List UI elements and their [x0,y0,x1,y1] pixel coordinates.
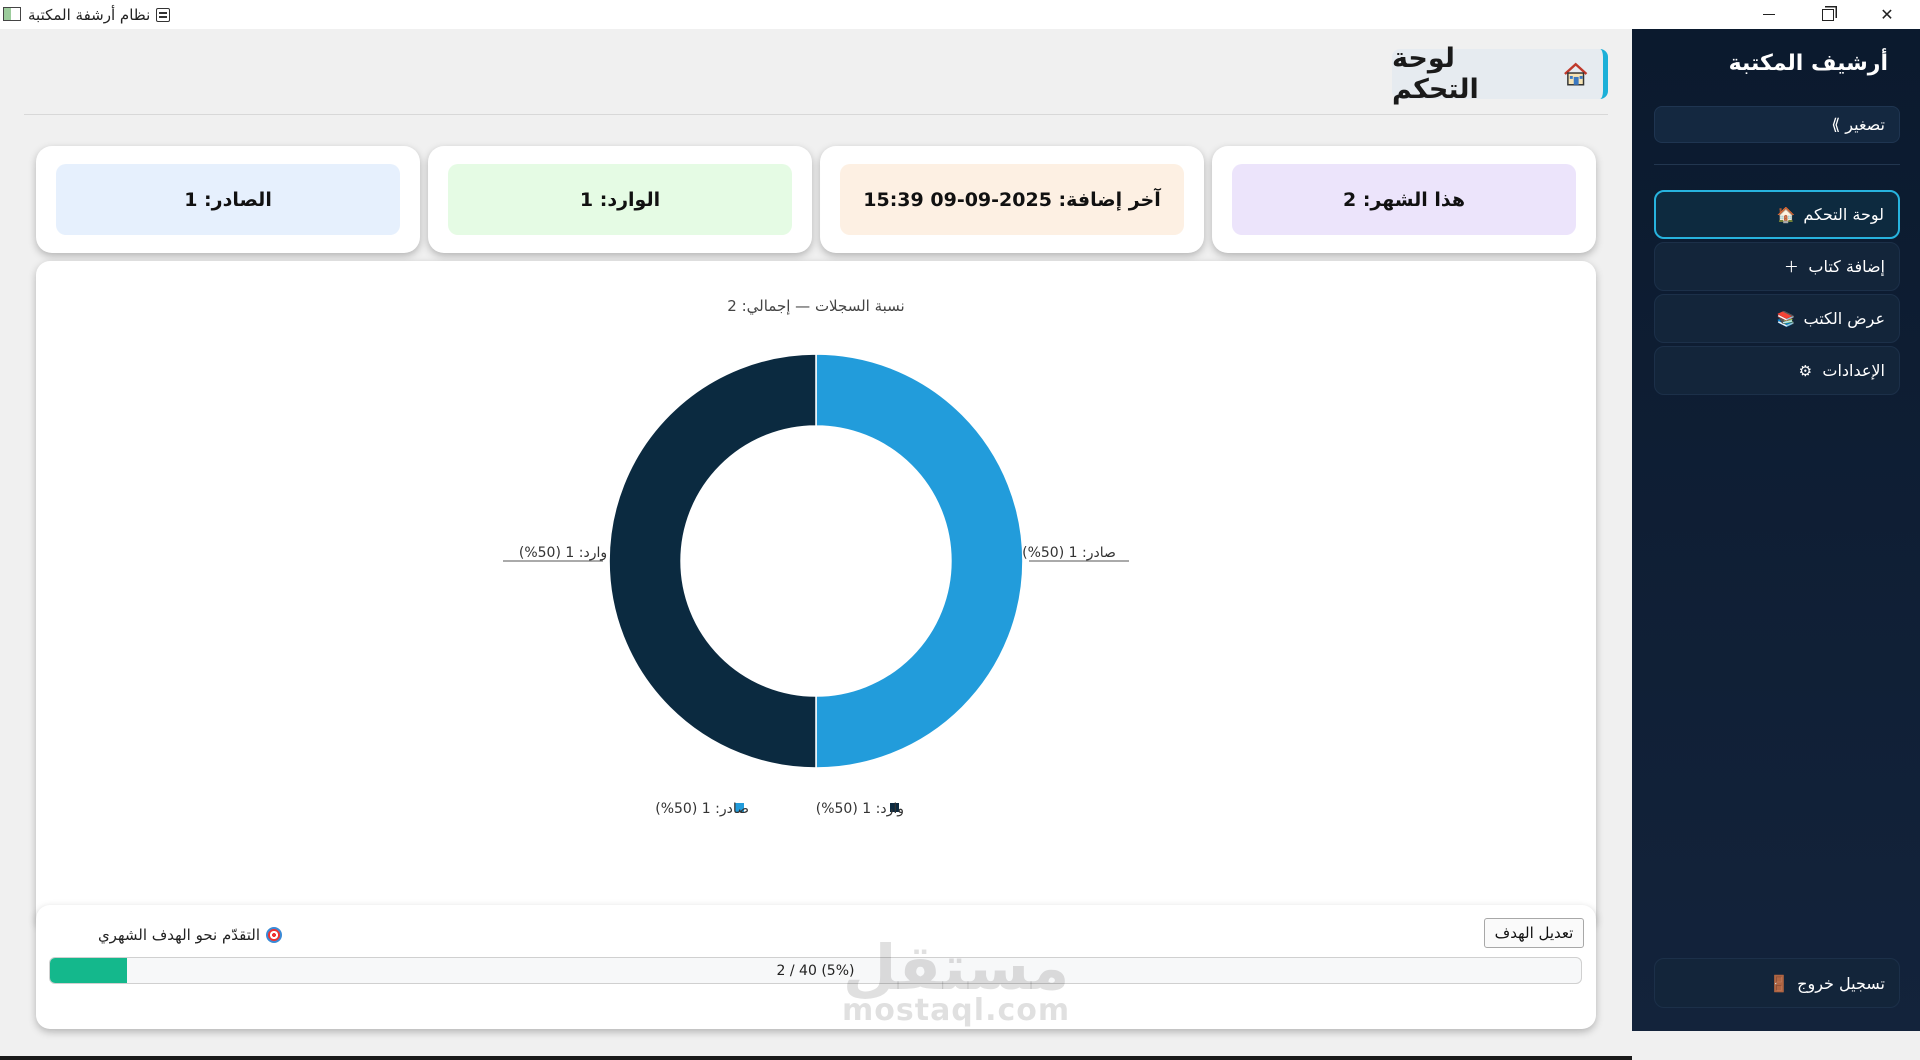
sidebar-item-settings[interactable]: الإعدادات ⚙ [1654,346,1900,395]
sidebar-item-label: الإعدادات [1822,361,1885,380]
stat-incoming-label: الوارد: 1 [448,164,792,235]
door-icon: 🚪 [1769,973,1790,993]
sidebar-item-label: إضافة كتاب [1808,257,1885,276]
stat-month-label: هذا الشهر: 2 [1232,164,1576,235]
books-icon: 📚 [1776,309,1796,328]
watermark-arabic: مستقل [842,931,1070,1004]
stat-card-month: هذا الشهر: 2 [1212,146,1596,253]
sidebar-item-add-book[interactable]: إضافة كتاب ＋ [1654,242,1900,291]
collapse-label: تصغير ⟫ [1831,115,1885,134]
app-icon [3,7,21,21]
minimize-icon [1763,13,1775,16]
sidebar-brand: أرشيف المكتبة [1728,51,1888,76]
house-icon [1563,62,1587,86]
pie-slice-outgoing [815,353,1024,769]
donut-chart: نسبة السجلات — إجمالي: 2 صادر: 1 (50%) وار… [503,297,1129,817]
legend-item-incoming-label: وارد: 1 (50%) [816,801,904,817]
chart-card: نسبة السجلات — إجمالي: 2 صادر: 1 (50%) وار… [36,261,1596,929]
sidebar-divider [1654,164,1900,165]
stat-card-outgoing: الصادر: 1 [36,146,420,253]
window-glyph-icon [156,8,171,22]
page-title-text: لوحة التحكم [1392,43,1479,105]
gear-icon: ⚙ [1798,361,1813,380]
page-title: لوحة التحكم [1392,43,1608,105]
pie-slice-incoming [608,353,817,769]
maximize-button[interactable] [1799,0,1857,29]
main-content: لوحة التحكم هذا الشهر: 2 آخر إضافة: 2025… [0,29,1632,1060]
logout-button[interactable]: تسجيل خروج 🚪 [1654,958,1900,1008]
stat-card-last-added: آخر إضافة: 2025-09-09 15:39 [820,146,1204,253]
bottom-strip [0,1056,1632,1060]
progress-title-text: التقدّم نحو الهدف الشهري [97,926,260,944]
restore-icon [1822,8,1834,21]
minimize-button[interactable] [1740,0,1798,29]
sidebar: أرشيف المكتبة تصغير ⟫ لوحة التحكم 🏠 إضاف… [1632,29,1920,1031]
edit-goal-button[interactable]: تعديل الهدف [1484,918,1584,948]
stat-card-incoming: الوارد: 1 [428,146,812,253]
watermark: مستقل mostaql.com [842,931,1071,1028]
title-bar: نظام أرشفة المكتبة ✕ [0,0,1920,29]
window-title-text: نظام أرشفة المكتبة [28,6,151,24]
close-icon: ✕ [1880,5,1894,24]
close-button[interactable]: ✕ [1858,0,1916,29]
slice-label: وارد: 1 (50%) [519,545,607,561]
legend-item-outgoing-label: صادر: 1 (50%) [655,801,749,817]
stat-outgoing-label: الصادر: 1 [56,164,400,235]
home-icon: 🏠 [1776,205,1796,224]
plus-icon: ＋ [1783,258,1799,276]
sidebar-item-label: عرض الكتب [1803,309,1886,328]
slice-label: صادر: 1 (50%) [1022,545,1116,561]
window-title: نظام أرشفة المكتبة [28,4,171,26]
logout-label: تسجيل خروج [1797,973,1885,993]
goal-progress-text: 2 / 40 (5%) [776,962,855,979]
progress-card: التقدّم نحو الهدف الشهري تعديل الهدف 2 /… [36,905,1596,1029]
sidebar-item-label: لوحة التحكم [1803,205,1884,224]
chart-title: نسبة السجلات — إجمالي: 2 [727,297,904,316]
stat-last-added-label: آخر إضافة: 2025-09-09 15:39 [840,164,1184,235]
sidebar-item-dashboard[interactable]: لوحة التحكم 🏠 [1654,190,1900,239]
target-icon [266,927,282,943]
sidebar-item-view-books[interactable]: عرض الكتب 📚 [1654,294,1900,343]
goal-progress-bar: 2 / 40 (5%) [49,957,1582,984]
progress-title: التقدّم نحو الهدف الشهري [98,926,282,944]
collapse-button[interactable]: تصغير ⟫ [1654,106,1900,143]
header-divider [24,114,1608,115]
watermark-latin: mostaql.com [842,993,1071,1028]
